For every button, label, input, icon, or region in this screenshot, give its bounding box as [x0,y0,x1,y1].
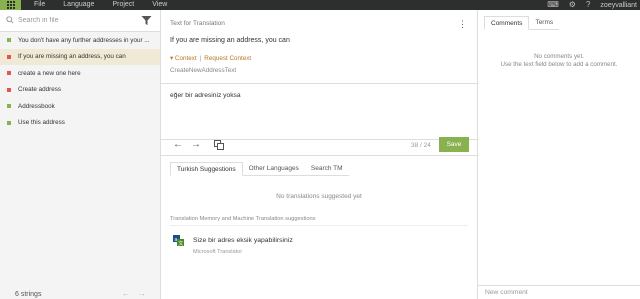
filter-icon[interactable] [141,15,152,26]
editor-panel: Text for Translation ⋮ If you are missin… [161,10,478,299]
search-icon [6,15,16,26]
help-icon[interactable]: ? [586,0,590,10]
menu-view[interactable]: View [152,0,167,10]
char-counter: 38 / 24 [411,142,431,149]
string-key: CreateNewAddressText [170,67,237,74]
search-input[interactable] [18,17,133,24]
string-count: 6 strings [15,290,42,298]
more-options-icon[interactable]: ⋮ [458,19,467,30]
context-row: ▾ Context | Request Context [170,55,251,62]
string-list-item[interactable]: Create address [0,82,160,99]
gear-icon[interactable]: ⚙ [569,0,576,10]
apps-grid-button[interactable] [0,0,21,10]
svg-text:文: 文 [178,240,183,246]
status-dot [7,54,11,59]
translation-textarea[interactable]: eğer bir adresiniz yoksa [161,83,477,140]
main-menu: File Language Project View [34,0,185,10]
menubar: File Language Project View ⌨ ⚙ ? zoeyval… [0,0,640,10]
no-comments-line1: No comments yet. [534,53,584,60]
arrow-left-icon[interactable]: ← [173,140,183,150]
context-toggle[interactable]: Context [175,55,197,62]
string-list: You don't have any further addresses in … [0,32,160,131]
new-comment-input[interactable] [478,286,628,299]
menubar-right: ⌨ ⚙ ? zoeyvalliant [547,0,640,10]
prev-page-icon[interactable]: ← [122,289,130,299]
grid-icon [6,1,15,9]
string-text: Use this address [18,119,65,127]
no-comments-line2: Use the text field below to add a commen… [500,61,618,68]
tab-turkish-suggestions[interactable]: Turkish Suggestions [170,162,243,176]
string-text: If you are missing an address, you can [18,53,126,61]
translator-icon: a文 [173,235,184,247]
comments-panel: Comments Terms No comments yet. Use the … [478,10,640,299]
keyboard-icon[interactable]: ⌨ [547,0,559,10]
user-menu[interactable]: zoeyvalliant [600,2,637,9]
menu-language[interactable]: Language [63,0,94,10]
status-dot [7,104,11,109]
source-label: Text for Translation [170,20,225,27]
next-page-icon[interactable]: → [138,289,146,299]
string-list-item[interactable]: Addressbook [0,98,160,115]
translation-text[interactable]: eğer bir adresiniz yoksa [170,92,241,99]
tm-heading: Translation Memory and Machine Translati… [170,216,468,226]
mt-source: Microsoft Translator [193,249,243,255]
save-button[interactable]: Save [439,137,469,152]
tab-search-tm[interactable]: Search TM [304,162,349,176]
menu-project[interactable]: Project [112,0,134,10]
string-list-item[interactable]: If you are missing an address, you can [0,48,160,65]
string-text: Addressbook [18,102,55,110]
comment-tabs: Comments Terms [484,16,560,30]
no-suggestions-text: No translations suggested yet [276,193,362,200]
source-text: If you are missing an address, you can [170,37,290,44]
menu-file[interactable]: File [34,0,45,10]
search-bar [0,10,160,32]
tab-terms[interactable]: Terms [529,16,560,30]
no-comments-text: No comments yet. Use the text field belo… [478,53,640,69]
copy-source-icon[interactable] [214,140,224,153]
status-dot [7,71,11,76]
suggestion-tabs: Turkish Suggestions Other Languages Sear… [170,162,349,176]
arrow-right-icon[interactable]: → [191,140,201,150]
string-text: create a new one here [18,69,81,77]
string-list-item[interactable]: Use this address [0,115,160,132]
editor-toolbar: ← → 38 / 24 Save [161,136,477,154]
status-dot [7,38,11,43]
strings-sidebar: You don't have any further addresses in … [0,10,161,299]
status-dot [7,87,11,92]
suggestions-panel: Turkish Suggestions Other Languages Sear… [161,155,477,299]
context-separator: | [199,55,202,62]
mt-suggestion[interactable]: Size bir adres eksik yapabilirsiniz [193,237,293,244]
tab-comments[interactable]: Comments [484,16,530,30]
string-list-item[interactable]: create a new one here [0,65,160,82]
string-text: Create address [18,86,62,94]
string-list-item[interactable]: You don't have any further addresses in … [0,32,160,49]
tab-other-languages[interactable]: Other Languages [242,162,305,176]
request-context-link[interactable]: Request Context [204,55,251,62]
string-text: You don't have any further addresses in … [18,36,150,44]
status-dot [7,120,11,125]
new-comment-box [478,285,640,299]
